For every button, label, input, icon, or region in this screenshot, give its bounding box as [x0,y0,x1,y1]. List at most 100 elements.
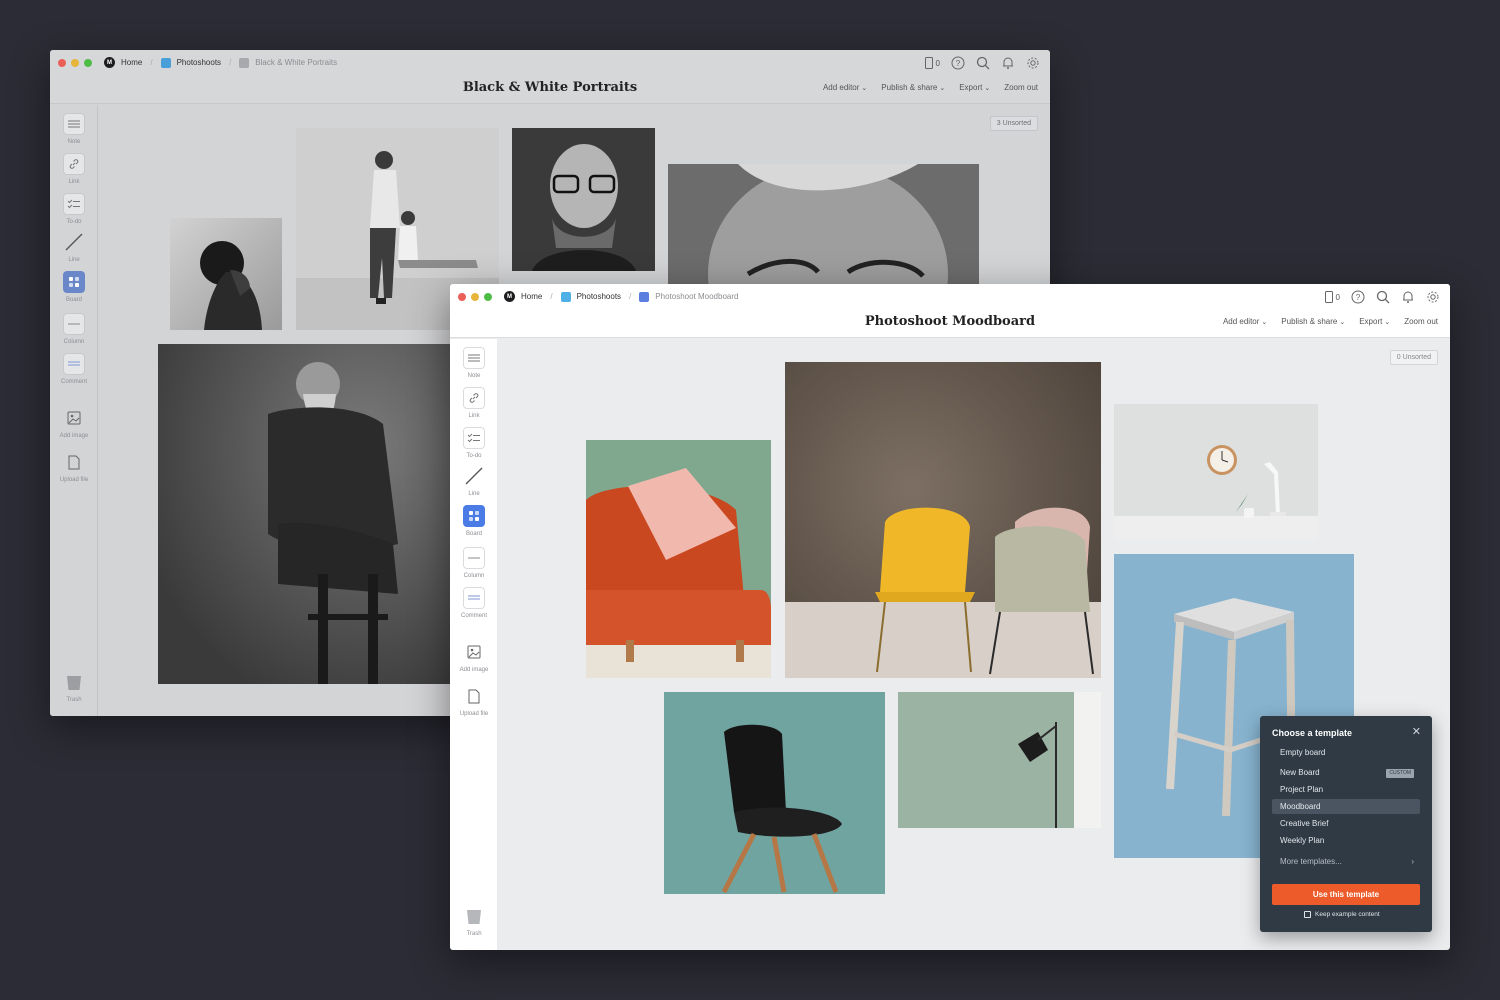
back-titlebar: M Home / Photoshoots / Black & White Port… [50,50,1050,104]
gear-icon[interactable] [1026,56,1040,70]
panel-title: Choose a template [1272,728,1353,738]
template-option-empty-board[interactable]: Empty board [1272,745,1420,760]
choose-template-panel: Choose a template ✕ Empty board New Boar… [1260,716,1432,932]
front-window: M Home / Photoshoots / Photoshoot Moodboa… [450,284,1450,950]
front-titlebar: M Home / Photoshoots / Photoshoot Moodboa… [450,284,1450,338]
breadcrumb-home[interactable]: M Home [104,57,142,68]
tool-link[interactable]: Link [50,153,98,185]
note-icon [63,113,85,135]
tool-line[interactable]: Line [450,465,498,497]
board-icon [639,291,650,302]
breadcrumb-current[interactable]: Black & White Portraits [239,57,337,68]
bell-icon[interactable] [1001,56,1015,70]
file-icon [63,451,85,473]
note-icon [463,347,485,369]
device-sync[interactable]: 0 [1324,291,1340,303]
freckled-face-closeup-image[interactable] [668,164,979,284]
tool-comment[interactable]: Comment [450,587,498,619]
image-icon [63,407,85,429]
maximize-window-button[interactable] [484,293,492,301]
template-option-project-plan[interactable]: Project Plan [1272,782,1420,797]
maximize-window-button[interactable] [84,59,92,67]
todo-icon [63,193,85,215]
publish-share-menu[interactable]: Publish & share ⌄ [881,83,945,92]
breadcrumb-current[interactable]: Photoshoot Moodboard [639,291,738,302]
man-with-glasses-portrait-image[interactable] [512,128,655,271]
add-editor-menu[interactable]: Add editor ⌄ [1223,317,1267,326]
device-sync[interactable]: 0 [924,57,940,69]
tool-note[interactable]: Note [450,347,498,379]
phone-icon [1324,291,1333,303]
breadcrumb-photoshoots[interactable]: Photoshoots [560,291,621,302]
tool-trash[interactable]: Trash [50,671,98,703]
close-window-button[interactable] [58,59,66,67]
use-template-button[interactable]: Use this template [1272,884,1420,905]
keep-example-content-checkbox[interactable]: Keep example content [1304,911,1380,918]
export-menu[interactable]: Export ⌄ [959,83,990,92]
breadcrumb-photoshoots[interactable]: Photoshoots [160,57,221,68]
tool-comment[interactable]: Comment [50,353,98,385]
publish-share-menu[interactable]: Publish & share ⌄ [1281,317,1345,326]
board-menus: Add editor ⌄ Publish & share ⌄ Export ⌄ Zoo… [823,83,1038,92]
close-icon[interactable]: ✕ [1412,725,1421,738]
tool-column[interactable]: Column [450,547,498,579]
search-icon[interactable] [976,56,990,70]
bearded-man-seated-image[interactable] [158,344,453,684]
zoom-out-button[interactable]: Zoom out [1404,317,1438,326]
tool-todo[interactable]: To-do [50,193,98,225]
link-icon [463,387,485,409]
checkbox-box[interactable] [1304,911,1311,918]
tool-upload-file[interactable]: Upload file [50,451,98,483]
chevron-right-icon: › [1411,857,1414,866]
template-option-creative-brief[interactable]: Creative Brief [1272,816,1420,831]
tool-todo[interactable]: To-do [450,427,498,459]
add-editor-menu[interactable]: Add editor ⌄ [823,83,867,92]
board-icon [463,505,485,527]
portrait-profile-image[interactable] [170,218,282,330]
gear-icon[interactable] [1426,290,1440,304]
custom-badge: CUSTOM [1386,769,1414,778]
tool-add-image[interactable]: Add image [50,407,98,439]
minimize-window-button[interactable] [71,59,79,67]
tool-sidebar: Note Link To-do Line Board Column Commen… [50,105,98,716]
zoom-out-button[interactable]: Zoom out [1004,83,1038,92]
unsorted-badge[interactable]: 3 Unsorted [989,116,1038,131]
help-icon[interactable]: ? [1351,290,1365,304]
tool-board[interactable]: Board [50,271,98,303]
tool-line[interactable]: Line [50,231,98,263]
orange-armchair-image[interactable] [586,440,771,678]
milanote-logo-icon: M [504,291,515,302]
board-icon [239,57,250,68]
search-icon[interactable] [1376,290,1390,304]
tool-sidebar: Note Link To-do Line Board Column Commen… [450,339,498,950]
yellow-chairs-image[interactable] [785,362,1101,678]
tool-note[interactable]: Note [50,113,98,145]
minimize-window-button[interactable] [471,293,479,301]
breadcrumb-home[interactable]: M Home [504,291,542,302]
window-controls [458,293,492,301]
template-option-moodboard[interactable]: Moodboard [1272,799,1420,814]
todo-icon [463,427,485,449]
board-icon [160,57,171,68]
more-templates-link[interactable]: More templates... › [1272,854,1420,869]
tool-board[interactable]: Board [450,505,498,537]
column-icon [63,313,85,335]
template-option-new-board[interactable]: New Board CUSTOM [1272,765,1420,780]
bell-icon[interactable] [1401,290,1415,304]
tool-add-image[interactable]: Add image [450,641,498,673]
trash-icon [463,905,485,927]
tool-trash[interactable]: Trash [450,905,498,937]
close-window-button[interactable] [458,293,466,301]
tool-column[interactable]: Column [50,313,98,345]
export-menu[interactable]: Export ⌄ [1359,317,1390,326]
svg-text:?: ? [1356,293,1361,302]
template-option-weekly-plan[interactable]: Weekly Plan [1272,833,1420,848]
floor-lamp-image[interactable] [898,692,1101,828]
black-chair-image[interactable] [664,692,885,894]
clock-and-lamp-image[interactable] [1114,404,1318,540]
tool-link[interactable]: Link [450,387,498,419]
tool-upload-file[interactable]: Upload file [450,685,498,717]
board-menus: Add editor ⌄ Publish & share ⌄ Export ⌄ Zoo… [1223,317,1438,326]
unsorted-badge[interactable]: 0 Unsorted [1389,350,1438,365]
help-icon[interactable]: ? [951,56,965,70]
